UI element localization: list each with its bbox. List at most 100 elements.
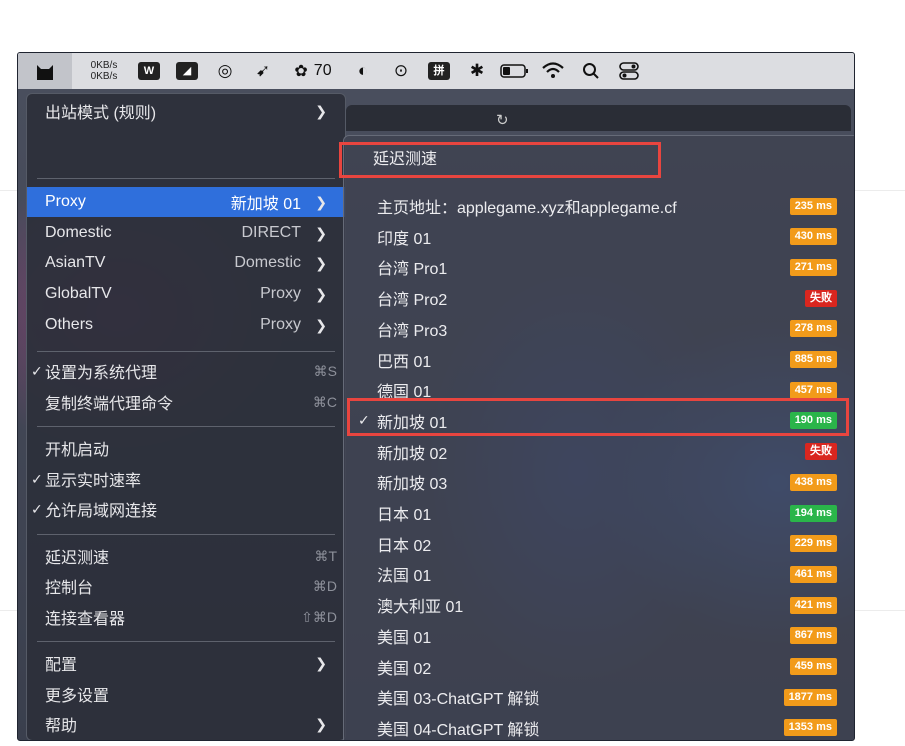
- menu-item-shortcut: ⌘C: [312, 393, 337, 410]
- latency-badge: 430 ms: [789, 228, 837, 246]
- menu-item[interactable]: 退出⌘Q: [27, 740, 345, 741]
- proxy-node-label: 美国 02: [377, 660, 432, 678]
- latency-badge: 885 ms: [789, 351, 837, 368]
- wps-icon[interactable]: W: [130, 53, 168, 89]
- proxy-node-item[interactable]: 美国 01 867 ms: [344, 621, 854, 651]
- checkmark-icon: ✓: [31, 362, 43, 379]
- proxy-node-item[interactable]: 巴西 01 885 ms: [344, 345, 854, 375]
- latency-badge: 失败: [805, 443, 837, 461]
- menu-item[interactable]: 延迟测速 ⌘T: [27, 541, 345, 571]
- menu-item-shortcut: ⌘S: [313, 362, 337, 379]
- proxy-node-item[interactable]: 台湾 Pro1 271 ms: [344, 252, 854, 282]
- menu-item[interactable]: GlobalTV Proxy ❯: [27, 279, 345, 309]
- menu-item[interactable]: AsianTV Domestic ❯: [27, 248, 345, 278]
- checkmark-icon: ✓: [31, 500, 43, 517]
- proxy-node-label: 美国 03-ChatGPT 解锁: [377, 691, 540, 709]
- menu-item-shortcut: ⌘D: [312, 577, 337, 594]
- latency-badge: 235 ms: [789, 197, 837, 215]
- proxy-node-item[interactable]: 台湾 Pro3 278 ms: [344, 314, 854, 344]
- menu-item[interactable]: Domestic DIRECT ❯: [27, 218, 345, 248]
- latency-badge: 459 ms: [789, 658, 837, 675]
- menu-item[interactable]: Others Proxy ❯: [27, 310, 345, 340]
- battery-icon[interactable]: [496, 53, 534, 89]
- wechat-count: 70: [313, 62, 332, 79]
- menu-separator: [37, 178, 335, 179]
- bluetooth-icon[interactable]: ✱: [458, 53, 496, 89]
- menu-item-label: Proxy: [45, 193, 86, 210]
- menu-item-label: 复制终端代理命令: [45, 396, 174, 413]
- menu-item-label: Domestic: [45, 224, 112, 241]
- stats-icon[interactable]: ◢: [168, 53, 206, 89]
- menu-item[interactable]: 更多设置: [27, 679, 345, 709]
- proxy-node-label: 美国 04-ChatGPT 解锁: [377, 721, 540, 739]
- menu-item[interactable]: 出站模式 (规则) ❯: [27, 96, 345, 126]
- browser-toolbar: [346, 105, 851, 131]
- menu-item[interactable]: 配置 ❯: [27, 648, 345, 678]
- control-center-icon[interactable]: [610, 53, 648, 89]
- highlight-box-latency-test: [339, 142, 661, 178]
- proxy-node-label: 澳大利亚 01: [377, 599, 464, 617]
- wechat-icon[interactable]: ✿ 70: [282, 53, 344, 89]
- latency-badge: 457 ms: [789, 381, 837, 399]
- menu-item[interactable]: 连接查看器 ⇧⌘D: [27, 602, 345, 632]
- menu-item-label: 控制台: [45, 580, 94, 597]
- menu-item[interactable]: ✓ 显示实时速率: [27, 464, 345, 494]
- menu-item[interactable]: ✓ 允许局域网连接: [27, 494, 345, 524]
- menu-item-label: AsianTV: [45, 254, 106, 271]
- menu-item[interactable]: 帮助 ❯: [27, 709, 345, 739]
- proxy-node-item[interactable]: 日本 02 229 ms: [344, 529, 854, 559]
- search-icon[interactable]: [572, 53, 610, 89]
- chevron-right-icon: ❯: [315, 224, 327, 241]
- proxy-node-label: 巴西 01: [377, 353, 432, 371]
- menu-separator: [37, 351, 335, 352]
- speed-indicator: 0KB/s 0KB/s: [78, 60, 130, 82]
- proxy-node-item[interactable]: 印度 01 430 ms: [344, 222, 854, 252]
- menu-item-label: 出站模式 (规则): [45, 105, 157, 122]
- menu-item[interactable]: 复制终端代理命令 ⌘C: [27, 387, 345, 417]
- proxy-node-label: 主页地址：applegame.xyz和applegame.cf: [377, 200, 677, 217]
- latency-badge: 1353 ms: [783, 719, 837, 737]
- wifi-icon[interactable]: [534, 53, 572, 89]
- wechat-glyph-icon: ✿: [294, 63, 308, 80]
- menu-item-shortcut: ⇧⌘D: [301, 608, 337, 625]
- menu-item[interactable]: Proxy 新加坡 01 ❯: [27, 187, 345, 217]
- bird-icon[interactable]: ➹: [244, 53, 282, 89]
- proxy-node-item[interactable]: 日本 01 194 ms: [344, 498, 854, 528]
- proxy-node-item[interactable]: 美国 04-ChatGPT 解锁 1353 ms: [344, 713, 854, 740]
- chevron-right-icon: ❯: [315, 285, 327, 302]
- menu-item[interactable]: ✓ 设置为系统代理 ⌘S: [27, 356, 345, 386]
- menu-item[interactable]: 开机启动: [27, 433, 345, 463]
- clash-status-icon[interactable]: [18, 53, 72, 89]
- creative-cloud-icon[interactable]: ◎: [206, 53, 244, 89]
- proxy-node-label: 台湾 Pro2: [377, 292, 448, 310]
- proxy-node-item[interactable]: 美国 02 459 ms: [344, 652, 854, 682]
- latency-badge: 278 ms: [789, 320, 837, 338]
- menu-item-label: 显示实时速率: [45, 473, 142, 490]
- menu-item-label: 帮助: [45, 718, 78, 735]
- menu-item-label: 连接查看器: [45, 611, 126, 628]
- play-icon[interactable]: ⊙: [382, 53, 420, 89]
- checkmark-icon: ✓: [31, 470, 43, 487]
- proxy-node-item[interactable]: 新加坡 03 438 ms: [344, 467, 854, 497]
- menu-item-value: Domestic: [234, 254, 301, 271]
- contrast-icon[interactable]: ◐: [344, 53, 382, 89]
- proxy-node-item[interactable]: 新加坡 02 失败: [344, 437, 854, 467]
- latency-badge: 271 ms: [789, 258, 837, 276]
- latency-badge: 438 ms: [789, 473, 837, 491]
- proxy-node-item[interactable]: 澳大利亚 01 421 ms: [344, 590, 854, 620]
- proxy-node-item[interactable]: 主页地址：applegame.xyz和applegame.cf 235 ms: [344, 191, 854, 221]
- proxy-node-label: 美国 01: [377, 629, 432, 647]
- proxy-node-item[interactable]: 台湾 Pro2 失败: [344, 283, 854, 313]
- input-method-icon[interactable]: 拼: [420, 53, 458, 89]
- chevron-right-icon: ❯: [315, 102, 327, 119]
- chevron-right-icon: ❯: [315, 715, 327, 732]
- menu-item[interactable]: 控制台 ⌘D: [27, 571, 345, 601]
- proxy-node-label: 新加坡 02: [377, 445, 448, 463]
- menu-item-label: 开机启动: [45, 442, 110, 459]
- proxy-node-label: 法国 01: [377, 568, 432, 586]
- menu-separator: [37, 534, 335, 535]
- proxy-node-item[interactable]: 法国 01 461 ms: [344, 559, 854, 589]
- reload-icon[interactable]: ↻: [496, 111, 509, 129]
- menu-item-value: Proxy: [260, 316, 301, 333]
- proxy-node-item[interactable]: 美国 03-ChatGPT 解锁 1877 ms: [344, 682, 854, 712]
